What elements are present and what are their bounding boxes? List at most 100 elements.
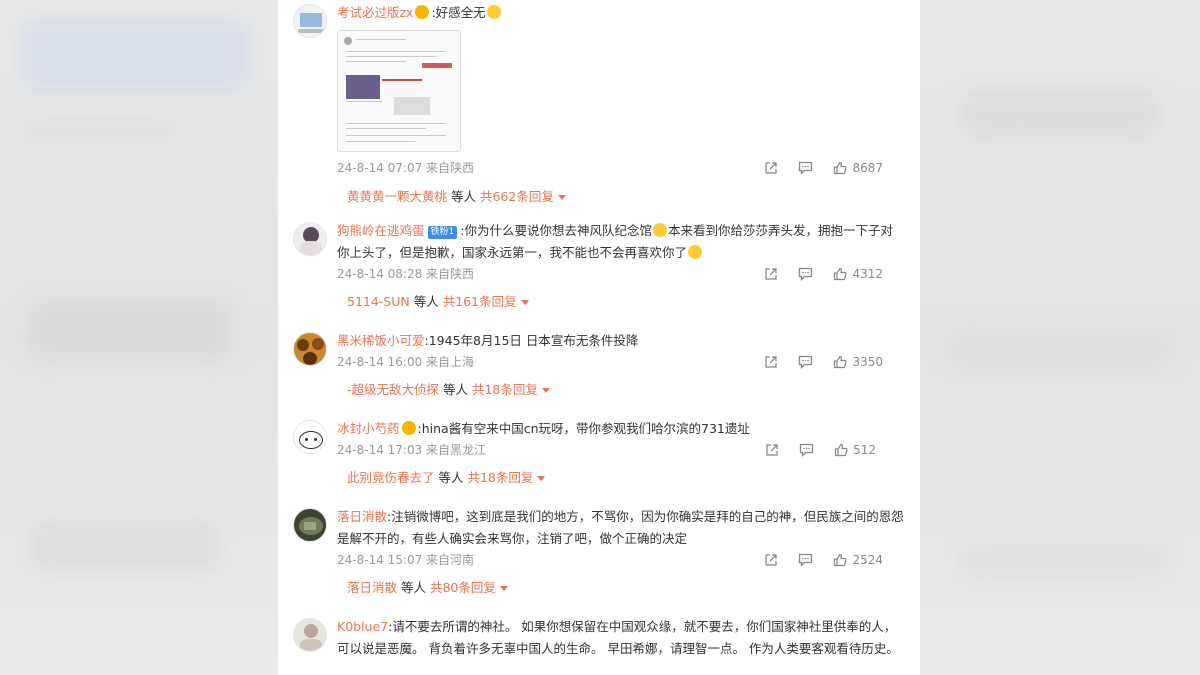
comment-time-location: 24-8-14 15:07 来自河南 bbox=[337, 553, 475, 567]
comment-button[interactable] bbox=[798, 355, 813, 369]
comment-icon bbox=[799, 355, 813, 369]
comment-icon bbox=[799, 161, 813, 175]
comment-button[interactable] bbox=[798, 267, 813, 281]
like-button[interactable]: 3350 bbox=[833, 352, 883, 372]
comment-content: :1945年8月15日 日本宣布无条件投降 bbox=[424, 333, 639, 348]
crown-badge-icon bbox=[415, 5, 430, 19]
avatar[interactable] bbox=[293, 222, 327, 256]
share-button[interactable] bbox=[764, 161, 778, 175]
reply-count-link[interactable]: 共662条回复 bbox=[480, 189, 554, 204]
like-button[interactable]: 512 bbox=[834, 440, 876, 460]
comment-content: :hina酱有空来中国cn玩呀，带你参观我们哈尔滨的731遗址 bbox=[417, 421, 750, 436]
chevron-down-icon bbox=[557, 195, 566, 200]
comment-meta: 24-8-14 07:07 来自陕西 8687 bbox=[337, 158, 905, 178]
crown-badge-icon bbox=[401, 421, 416, 435]
vip-badge[interactable]: 铁粉1 bbox=[427, 226, 458, 239]
reply-count-link[interactable]: 共80条回复 bbox=[430, 580, 496, 595]
blurred-background-left bbox=[0, 0, 278, 675]
comment-username[interactable]: 黑米稀饭小可爱 bbox=[337, 333, 425, 348]
like-icon bbox=[834, 553, 847, 567]
reply-summary[interactable]: 黄黄黄一颗大黄桃 等人 共662条回复 bbox=[347, 187, 905, 207]
reply-connector: 等人 bbox=[409, 294, 443, 309]
like-count: 2524 bbox=[852, 553, 883, 567]
chevron-down-icon bbox=[499, 586, 508, 591]
reply-summary[interactable]: -超级无敌大侦探 等人 共18条回复 bbox=[347, 380, 905, 400]
comment-content: :好感全无 bbox=[431, 5, 486, 20]
comment-content: :注销微博吧，这到底是我们的地方，不骂你，因为你确实是拜的自己的神，但民族之间的… bbox=[337, 509, 904, 546]
comment-username[interactable]: 冰封小芍药 bbox=[337, 421, 400, 436]
reply-connector: 等人 bbox=[434, 470, 468, 485]
blurred-background-right bbox=[920, 0, 1200, 675]
like-icon bbox=[834, 267, 847, 281]
chevron-down-icon bbox=[520, 300, 529, 305]
comments-panel: 考试必过版zx :好感全无 24-8-14 07:07 来自陕西 8687 黄黄… bbox=[278, 0, 920, 675]
comment-username[interactable]: 考试必过版zx bbox=[337, 5, 413, 20]
avatar[interactable] bbox=[293, 332, 327, 366]
reply-username[interactable]: 5114-SUN bbox=[347, 294, 410, 309]
emoji-icon bbox=[688, 245, 703, 259]
reply-count-link[interactable]: 共18条回复 bbox=[472, 382, 538, 397]
share-icon bbox=[765, 554, 778, 566]
comment-meta: 24-8-14 16:00 来自上海 3350 bbox=[337, 352, 905, 372]
like-icon bbox=[834, 355, 847, 369]
comment-username[interactable]: K0blue7 bbox=[337, 619, 388, 634]
share-icon bbox=[765, 268, 778, 280]
like-count: 512 bbox=[853, 443, 876, 457]
reply-username[interactable]: 落日消散 bbox=[347, 580, 397, 595]
avatar[interactable] bbox=[293, 508, 327, 542]
comment-meta: 24-8-14 17:03 来自黑龙江 512 bbox=[337, 440, 905, 460]
chevron-down-icon bbox=[537, 476, 546, 481]
reply-count-link[interactable]: 共18条回复 bbox=[467, 470, 533, 485]
reply-count-link[interactable]: 共161条回复 bbox=[443, 294, 517, 309]
comment-time-location: 24-8-14 08:28 来自陕西 bbox=[337, 267, 475, 281]
share-button[interactable] bbox=[764, 355, 778, 369]
reply-connector: 等人 bbox=[447, 189, 480, 204]
reply-connector: 等人 bbox=[439, 382, 472, 397]
emoji-icon bbox=[652, 223, 667, 237]
comment-meta: 24-8-14 08:28 来自陕西 4312 bbox=[337, 264, 905, 284]
like-count: 3350 bbox=[852, 355, 883, 369]
comment-button[interactable] bbox=[799, 443, 814, 457]
comment-icon bbox=[799, 267, 813, 281]
comment-meta: 24-8-14 15:07 来自河南 2524 bbox=[337, 550, 905, 570]
comment-button[interactable] bbox=[798, 161, 813, 175]
comment-button[interactable] bbox=[798, 553, 813, 567]
share-button[interactable] bbox=[764, 553, 778, 567]
reply-username[interactable]: 此别竟伤春去了 bbox=[347, 470, 435, 485]
avatar[interactable] bbox=[293, 4, 327, 38]
like-button[interactable]: 4312 bbox=[833, 264, 883, 284]
comment-time-location: 24-8-14 07:07 来自陕西 bbox=[337, 161, 475, 175]
share-icon bbox=[766, 444, 778, 456]
comment-username[interactable]: 落日消散 bbox=[337, 509, 387, 524]
like-count: 8687 bbox=[852, 161, 883, 175]
share-button[interactable] bbox=[765, 443, 779, 457]
avatar[interactable] bbox=[293, 420, 327, 454]
avatar[interactable] bbox=[293, 618, 327, 652]
comment-time-location: 24-8-14 17:03 来自黑龙江 bbox=[337, 443, 487, 457]
share-icon bbox=[765, 162, 778, 174]
comment-content: :你为什么要说你想去神风队纪念馆 bbox=[460, 223, 652, 238]
reply-username[interactable]: 黄黄黄一颗大黄桃 bbox=[347, 189, 447, 204]
reply-username[interactable]: -超级无敌大侦探 bbox=[347, 382, 439, 397]
comment-username[interactable]: 狗熊岭在逃鸡蛋 bbox=[337, 223, 425, 238]
share-icon bbox=[765, 356, 778, 368]
chevron-down-icon bbox=[541, 388, 550, 393]
reply-summary[interactable]: 落日消散 等人 共80条回复 bbox=[347, 578, 905, 598]
like-icon bbox=[834, 443, 848, 457]
comment-image[interactable] bbox=[337, 30, 461, 152]
like-icon bbox=[834, 161, 847, 175]
like-button[interactable]: 2524 bbox=[833, 550, 883, 570]
reply-summary[interactable]: 5114-SUN 等人 共161条回复 bbox=[347, 292, 905, 312]
comment-time-location: 24-8-14 16:00 来自上海 bbox=[337, 355, 475, 369]
comment-text: 黑米稀饭小可爱:1945年8月15日 日本宣布无条件投降 bbox=[337, 330, 905, 352]
reply-summary[interactable]: 此别竟伤春去了 等人 共18条回复 bbox=[347, 468, 905, 488]
emoji-icon bbox=[486, 5, 501, 19]
comment-text: 狗熊岭在逃鸡蛋 铁粉1:你为什么要说你想去神风队纪念馆 本来看到你给莎莎弄头发，拥抱… bbox=[337, 220, 905, 264]
comment-text: 冰封小芍药 :hina酱有空来中国cn玩呀，带你参观我们哈尔滨的731遗址 bbox=[337, 418, 905, 440]
like-button[interactable]: 8687 bbox=[833, 158, 883, 178]
share-button[interactable] bbox=[764, 267, 778, 281]
comment-text: 考试必过版zx :好感全无 bbox=[337, 2, 905, 24]
reply-connector: 等人 bbox=[397, 580, 430, 595]
comment-icon bbox=[799, 443, 814, 457]
comment-text: K0blue7:请不要去所谓的神社。 如果你想保留在中国观众缘，就不要去，你们国… bbox=[337, 616, 905, 660]
